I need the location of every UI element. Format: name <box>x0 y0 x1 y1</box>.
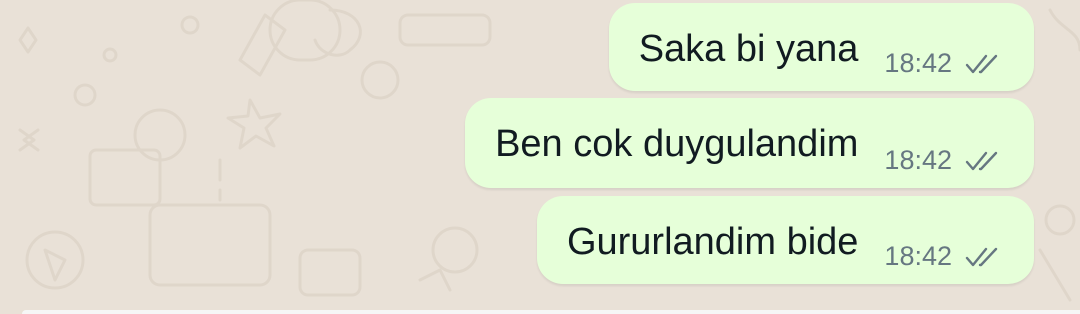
message-bubble-outgoing[interactable]: Gururlandim bide 18:42 <box>536 196 1034 284</box>
message-text: Gururlandim bide <box>566 221 859 263</box>
message-bubble-outgoing[interactable]: Saka bi yana 18:42 <box>608 3 1034 91</box>
message-text: Ben cok duygulandim <box>495 123 859 165</box>
message-list: Saka bi yana 18:42 Ben cok duygulandim 1… <box>0 0 1080 314</box>
message-time: 18:42 <box>884 241 952 271</box>
double-check-icon <box>965 151 998 170</box>
message-meta: 18:42 <box>884 145 1004 176</box>
message-text: Saka bi yana <box>638 28 859 70</box>
message-meta: 18:42 <box>884 241 1004 272</box>
double-check-icon <box>965 54 998 73</box>
message-bubble-outgoing[interactable]: Ben cok duygulandim 18:42 <box>465 98 1034 188</box>
message-meta: 18:42 <box>884 48 1004 79</box>
input-bar-edge <box>22 310 1080 314</box>
message-time: 18:42 <box>884 145 952 175</box>
double-check-icon <box>965 247 998 266</box>
message-time: 18:42 <box>884 48 952 78</box>
